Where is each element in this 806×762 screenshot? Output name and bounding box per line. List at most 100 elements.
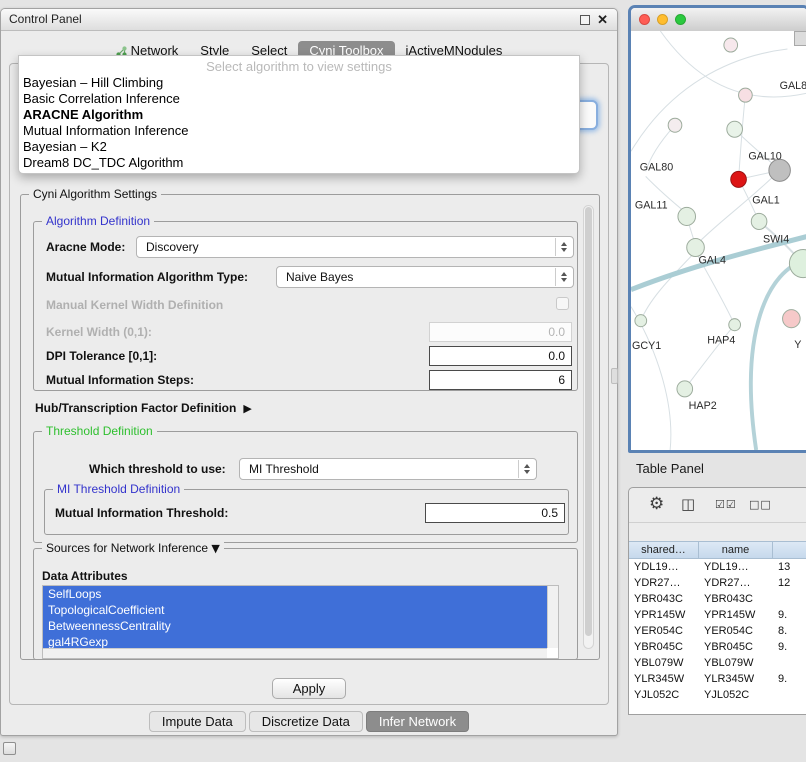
- network-node[interactable]: [783, 310, 801, 328]
- network-node[interactable]: [739, 88, 753, 102]
- bottom-tab-impute-data[interactable]: Impute Data: [149, 711, 246, 732]
- birdseye-toggle-icon[interactable]: [794, 31, 806, 46]
- column-header[interactable]: name: [699, 542, 773, 558]
- table-row[interactable]: YPR145WYPR145W9.: [629, 607, 806, 623]
- network-window-titlebar[interactable]: [631, 8, 806, 32]
- algorithm-option[interactable]: Dream8 DC_TDC Algorithm: [19, 155, 579, 171]
- threshold-definition-title: Threshold Definition: [42, 424, 157, 438]
- close-icon[interactable]: ✕: [597, 9, 608, 30]
- mi-algorithm-type-select[interactable]: Naive Bayes: [276, 266, 574, 288]
- network-canvas-area[interactable]: GAL80GAL10GAL11GAL1SWI4GAL4GCY1HAP4HAP2G…: [631, 31, 806, 450]
- float-window-icon[interactable]: [580, 15, 590, 25]
- deselect-all-icon[interactable]: □□: [749, 498, 772, 511]
- table-row[interactable]: YER054CYER054C8.: [629, 623, 806, 639]
- attribute-item[interactable]: SelfLoops: [43, 586, 547, 602]
- table-cell: YER054C: [629, 623, 699, 639]
- column-header[interactable]: [773, 542, 806, 558]
- manual-kernel-width-checkbox[interactable]: [556, 297, 569, 310]
- network-edge[interactable]: [641, 252, 696, 321]
- list-vertical-scrollbar[interactable]: [547, 586, 558, 648]
- mi-threshold-field[interactable]: 0.5: [425, 503, 565, 523]
- bottom-tab-discretize-data[interactable]: Discretize Data: [249, 711, 363, 732]
- settings-group-title: Cyni Algorithm Settings: [29, 187, 161, 201]
- attribute-item[interactable]: BetweennessCentrality: [43, 618, 547, 634]
- algorithm-definition-group: Algorithm Definition Aracne Mode: Discov…: [33, 221, 578, 391]
- settings-scrollbar[interactable]: [583, 205, 594, 649]
- table-row[interactable]: YDR27…YDR27…12: [629, 575, 806, 591]
- algorithm-option[interactable]: ARACNE Algorithm: [19, 107, 579, 123]
- hub-definition-toggle[interactable]: Hub/Transcription Factor Definition ▶: [35, 401, 252, 415]
- table-row[interactable]: YLR345WYLR345W9.: [629, 671, 806, 687]
- network-node[interactable]: [727, 121, 743, 137]
- table-row[interactable]: YBR043CYBR043C: [629, 591, 806, 607]
- algorithm-option[interactable]: Mutual Information Inference: [19, 123, 579, 139]
- table-row[interactable]: YBR045CYBR045C9.: [629, 639, 806, 655]
- column-header[interactable]: shared…: [629, 542, 699, 558]
- table-cell: 8.: [773, 623, 806, 639]
- table-cell: YPR145W: [699, 607, 773, 623]
- stepper-arrows-icon: [555, 238, 572, 256]
- network-node[interactable]: [789, 250, 806, 278]
- threshold-definition-group: Threshold Definition Which threshold to …: [33, 431, 578, 543]
- table-row[interactable]: YJL052CYJL052C: [629, 687, 806, 703]
- network-edge[interactable]: [751, 260, 806, 450]
- network-canvas[interactable]: GAL80GAL10GAL11GAL1SWI4GAL4GCY1HAP4HAP2G…: [631, 31, 806, 450]
- network-edge[interactable]: [631, 49, 787, 151]
- table-cell: YBR045C: [699, 639, 773, 655]
- algorithm-option[interactable]: Basic Correlation Inference: [19, 91, 579, 107]
- dpi-tolerance-field[interactable]: 0.0: [429, 346, 572, 366]
- mi-steps-field[interactable]: 6: [429, 370, 572, 390]
- algorithm-option[interactable]: Bayesian – Hill Climbing: [19, 75, 579, 91]
- network-node[interactable]: [731, 171, 747, 187]
- table-cell: YJL052C: [629, 687, 699, 703]
- stepper-arrows-icon: [555, 268, 572, 286]
- dpi-tolerance-label: DPI Tolerance [0,1]:: [46, 346, 157, 366]
- network-node[interactable]: [635, 315, 647, 327]
- algorithm-options: Bayesian – Hill ClimbingBasic Correlatio…: [19, 75, 579, 171]
- kernel-width-field[interactable]: 0.0: [429, 322, 572, 342]
- sources-group-title[interactable]: Sources for Network Inference ▼: [42, 541, 224, 555]
- gear-icon[interactable]: ⚙: [649, 494, 664, 514]
- apply-button[interactable]: Apply: [272, 678, 346, 699]
- panel-resize-handle[interactable]: [611, 368, 618, 384]
- close-traffic-light[interactable]: [639, 14, 650, 25]
- aracne-mode-select[interactable]: Discovery: [136, 236, 574, 258]
- list-horizontal-scrollbar[interactable]: [43, 648, 547, 658]
- expanded-arrow-icon: ▼: [211, 542, 219, 555]
- bottom-tab-infer-network[interactable]: Infer Network: [366, 711, 469, 732]
- minimized-panel-icon[interactable]: [3, 742, 16, 755]
- network-edge[interactable]: [631, 307, 671, 450]
- network-node[interactable]: [677, 381, 693, 397]
- zoom-traffic-light[interactable]: [675, 14, 686, 25]
- network-node[interactable]: [729, 319, 741, 331]
- attribute-item[interactable]: gal4RGexp: [43, 634, 547, 648]
- table-cell: [773, 687, 806, 703]
- aracne-mode-label: Aracne Mode:: [46, 236, 125, 258]
- table-cell: YBR043C: [629, 591, 699, 607]
- column-selector-icon[interactable]: ◫: [681, 495, 695, 513]
- select-all-icon[interactable]: ☑☑: [715, 498, 737, 511]
- minimize-traffic-light[interactable]: [657, 14, 668, 25]
- table-cell: YDL19…: [629, 559, 699, 575]
- network-node[interactable]: [769, 159, 791, 181]
- algorithm-option[interactable]: Bayesian – K2: [19, 139, 579, 155]
- network-edge[interactable]: [739, 95, 746, 179]
- table-row[interactable]: YDL19…YDL19…13: [629, 559, 806, 575]
- selected-value: Discovery: [146, 237, 199, 257]
- network-node[interactable]: [751, 213, 767, 229]
- table-cell: 9.: [773, 607, 806, 623]
- table-row[interactable]: YBL079WYBL079W: [629, 655, 806, 671]
- node-label: GAL10: [748, 150, 781, 162]
- node-label: GAL4: [698, 254, 725, 266]
- network-node[interactable]: [724, 38, 738, 52]
- cyni-bottom-tabs: Impute DataDiscretize DataInfer Network: [1, 711, 617, 732]
- network-node[interactable]: [668, 118, 682, 132]
- mi-threshold-definition-group: MI Threshold Definition Mutual Informati…: [44, 489, 569, 535]
- node-label: GAL1: [752, 194, 779, 206]
- which-threshold-select[interactable]: MI Threshold: [239, 458, 537, 480]
- table-cell: YDL19…: [699, 559, 773, 575]
- control-panel-titlebar[interactable]: Control Panel ✕: [1, 9, 617, 31]
- table-cell: 13: [773, 559, 806, 575]
- attribute-item[interactable]: TopologicalCoefficient: [43, 602, 547, 618]
- network-node[interactable]: [678, 207, 696, 225]
